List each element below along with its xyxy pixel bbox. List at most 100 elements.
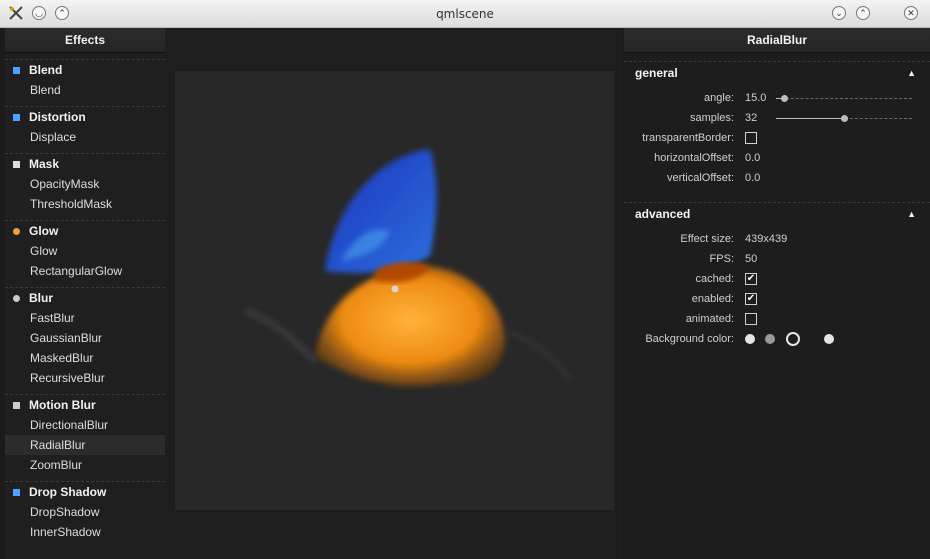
category-title-mask: Mask bbox=[5, 154, 165, 174]
effect-item-dropshadow[interactable]: DropShadow bbox=[5, 502, 165, 522]
samples-slider[interactable] bbox=[776, 115, 912, 122]
background-color-row: Background color: bbox=[624, 329, 930, 349]
drop-shadow-icon bbox=[13, 488, 20, 496]
effect-category: Drop Shadow DropShadow InnerShadow bbox=[5, 481, 165, 542]
horizontal-offset-value[interactable]: 0.0 bbox=[745, 148, 760, 168]
general-section-title: general bbox=[635, 66, 678, 80]
cached-checkbox[interactable]: ✔ bbox=[745, 273, 757, 285]
transparent-border-label: transparentBorder: bbox=[642, 132, 734, 144]
category-label: Drop Shadow bbox=[29, 485, 107, 499]
animated-row: animated: bbox=[624, 309, 930, 329]
animated-label: animated: bbox=[685, 313, 734, 325]
category-title-motion-blur: Motion Blur bbox=[5, 395, 165, 415]
effect-item-recursiveblur[interactable]: RecursiveBlur bbox=[5, 368, 165, 388]
samples-slider-fill bbox=[776, 118, 844, 119]
effect-size-label: Effect size: bbox=[680, 233, 734, 245]
preview-area bbox=[165, 28, 623, 559]
samples-value: 32 bbox=[745, 112, 758, 124]
effect-category: Motion Blur DirectionalBlur RadialBlur Zoom… bbox=[5, 394, 165, 475]
angle-value: 15.0 bbox=[745, 92, 767, 104]
glow-icon bbox=[13, 227, 20, 235]
effect-item-zoomblur[interactable]: ZoomBlur bbox=[5, 455, 165, 475]
angle-slider[interactable] bbox=[776, 95, 912, 102]
sidebar-title: Effects bbox=[5, 28, 165, 53]
category-label: Blend bbox=[29, 63, 63, 77]
cached-label: cached: bbox=[695, 273, 734, 285]
angle-row: angle: 15.0 bbox=[624, 88, 930, 108]
category-label: Motion Blur bbox=[29, 398, 96, 412]
effect-item-blend[interactable]: Blend bbox=[5, 80, 165, 100]
general-section-header[interactable]: general ▲ bbox=[624, 61, 930, 84]
enabled-checkbox[interactable]: ✔ bbox=[745, 293, 757, 305]
close-icon[interactable]: ✕ bbox=[903, 5, 919, 21]
distortion-icon bbox=[13, 113, 20, 121]
vertical-offset-label: verticalOffset: bbox=[666, 172, 734, 184]
samples-label: samples: bbox=[689, 112, 734, 124]
effect-item-gaussianblur[interactable]: GaussianBlur bbox=[5, 328, 165, 348]
bg-color-dark-swatch-selected[interactable] bbox=[786, 332, 800, 346]
samples-row: samples: 32 bbox=[624, 108, 930, 128]
properties-panel: RadialBlur general ▲ angle: 15.0 samples… bbox=[624, 28, 930, 559]
blend-icon bbox=[13, 66, 20, 74]
category-label: Glow bbox=[29, 224, 59, 238]
collapse-icon[interactable]: ▲ bbox=[907, 62, 916, 84]
effects-sidebar: Effects Blend Blend Distortion Displace Mask… bbox=[5, 28, 165, 559]
effect-category: Blend Blend bbox=[5, 59, 165, 100]
category-title-distortion: Distortion bbox=[5, 107, 165, 127]
effect-category: Glow Glow RectangularGlow bbox=[5, 220, 165, 281]
vertical-offset-row: verticalOffset: 0.0 bbox=[624, 168, 930, 188]
effect-category: Distortion Displace bbox=[5, 106, 165, 147]
effect-item-fastblur[interactable]: FastBlur bbox=[5, 308, 165, 328]
category-title-glow: Glow bbox=[5, 221, 165, 241]
samples-slider-handle[interactable] bbox=[841, 115, 848, 122]
effect-item-rectangularglow[interactable]: RectangularGlow bbox=[5, 261, 165, 281]
enabled-label: enabled: bbox=[691, 293, 734, 305]
panel-title: RadialBlur bbox=[624, 28, 930, 53]
advanced-section-header[interactable]: advanced ▲ bbox=[624, 202, 930, 225]
minimize-icon[interactable]: ⌄ bbox=[831, 5, 847, 21]
effect-category: Mask OpacityMask ThresholdMask bbox=[5, 153, 165, 214]
effect-item-radialblur[interactable]: RadialBlur bbox=[5, 435, 165, 455]
fps-value: 50 bbox=[745, 253, 758, 265]
angle-label: angle: bbox=[704, 92, 734, 104]
advanced-section-title: advanced bbox=[635, 207, 691, 221]
fps-row: FPS: 50 bbox=[624, 249, 930, 269]
effect-item-innershadow[interactable]: InnerShadow bbox=[5, 522, 165, 542]
effect-item-glow[interactable]: Glow bbox=[5, 241, 165, 261]
bg-color-gray-swatch[interactable] bbox=[765, 334, 775, 344]
center-marker[interactable] bbox=[391, 285, 399, 293]
mask-icon bbox=[13, 160, 20, 168]
vertical-offset-value[interactable]: 0.0 bbox=[745, 168, 760, 188]
category-title-blend: Blend bbox=[5, 60, 165, 80]
angle-slider-handle[interactable] bbox=[781, 95, 789, 102]
bg-color-light-swatch[interactable] bbox=[745, 334, 755, 344]
enabled-row: enabled: ✔ bbox=[624, 289, 930, 309]
category-title-blur: Blur bbox=[5, 288, 165, 308]
effect-item-displace[interactable]: Displace bbox=[5, 127, 165, 147]
maximize-icon[interactable]: ⌃ bbox=[855, 5, 871, 21]
effect-category: Blur FastBlur GaussianBlur MaskedBlur Recurs… bbox=[5, 287, 165, 388]
bg-color-black-swatch[interactable] bbox=[808, 334, 818, 344]
animated-checkbox[interactable] bbox=[745, 313, 757, 325]
transparent-border-checkbox[interactable] bbox=[745, 132, 757, 144]
category-label: Blur bbox=[29, 291, 53, 305]
effect-item-opacitymask[interactable]: OpacityMask bbox=[5, 174, 165, 194]
fps-label: FPS: bbox=[709, 253, 734, 265]
effect-canvas[interactable] bbox=[175, 71, 614, 510]
horizontal-offset-label: horizontalOffset: bbox=[654, 152, 734, 164]
butterfly-image bbox=[244, 149, 573, 386]
background-color-label: Background color: bbox=[645, 333, 734, 345]
title-bar: ◡ ⌃ qmlscene ⌄ ⌃ ✕ bbox=[0, 0, 930, 28]
cached-row: cached: ✔ bbox=[624, 269, 930, 289]
bg-color-white-swatch[interactable] bbox=[824, 334, 834, 344]
effect-size-value: 439x439 bbox=[745, 233, 788, 245]
window-title: qmlscene bbox=[436, 7, 494, 21]
effect-item-thresholdmask[interactable]: ThresholdMask bbox=[5, 194, 165, 214]
effect-item-directionalblur[interactable]: DirectionalBlur bbox=[5, 415, 165, 435]
blur-icon bbox=[13, 294, 20, 302]
category-title-drop-shadow: Drop Shadow bbox=[5, 482, 165, 502]
collapse-icon[interactable]: ▲ bbox=[907, 203, 916, 225]
motion-blur-icon bbox=[13, 401, 20, 409]
effect-item-maskedblur[interactable]: MaskedBlur bbox=[5, 348, 165, 368]
category-label: Distortion bbox=[29, 110, 86, 124]
